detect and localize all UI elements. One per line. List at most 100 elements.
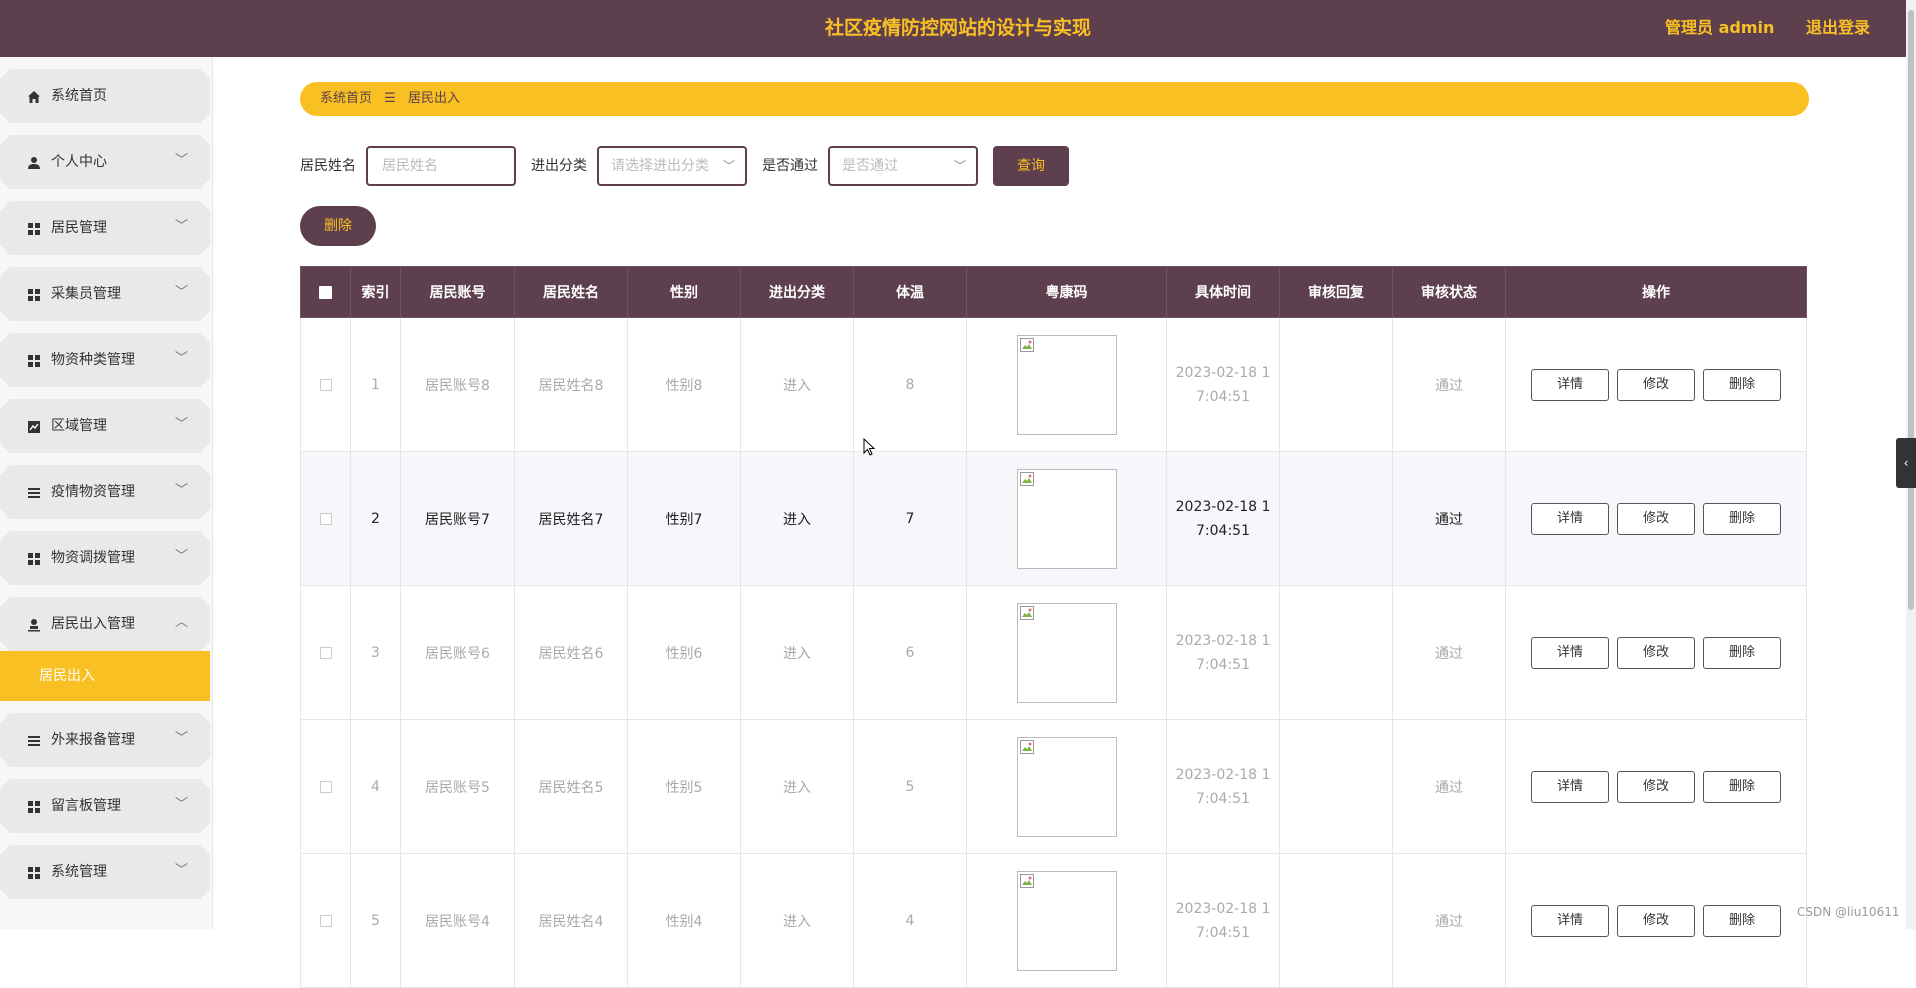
select-all-header[interactable]	[300, 266, 351, 318]
name-input[interactable]	[380, 157, 504, 175]
row-select-cell[interactable]	[300, 585, 351, 720]
grid-icon	[27, 287, 41, 301]
column-header: 审核状态	[1392, 266, 1506, 318]
cell-time: 2023-02-18 1 7:04:51	[1166, 585, 1280, 720]
broken-image-icon	[1019, 739, 1034, 754]
pass-select[interactable]: 是否通过 ﹀	[828, 146, 978, 186]
name-label: 居民姓名	[300, 158, 356, 174]
cell-account: 居民账号5	[400, 719, 515, 854]
cell-reply	[1279, 585, 1393, 720]
cell-index: 2	[350, 451, 401, 586]
delete-button[interactable]: 删除	[1703, 636, 1781, 669]
time-clock: 7:04:51	[1196, 388, 1250, 405]
collapse-panel-chevron-icon[interactable]: ‹	[1896, 438, 1916, 488]
broken-image-icon	[1019, 605, 1034, 620]
sidebar-item[interactable]: 疫情物资管理 ﹀	[0, 465, 210, 519]
sidebar-item[interactable]: 区域管理 ﹀	[0, 399, 210, 453]
bulk-delete-button[interactable]: 删除	[300, 206, 376, 246]
cell-reply	[1279, 317, 1393, 452]
sidebar-item[interactable]: 个人中心 ﹀	[0, 135, 210, 189]
edit-button[interactable]: 修改	[1617, 502, 1695, 535]
sidebar-item[interactable]: 外来报备管理 ﹀	[0, 713, 210, 767]
row-select-cell[interactable]	[300, 853, 351, 988]
edit-button[interactable]: 修改	[1617, 904, 1695, 937]
pass-select-placeholder: 是否通过	[842, 158, 898, 174]
row-select-cell[interactable]	[300, 719, 351, 854]
chevron-down-icon: ﹀	[174, 153, 188, 168]
edit-button[interactable]: 修改	[1617, 368, 1695, 401]
admin-label: 管理员 admin	[1665, 18, 1775, 37]
sidebar-item[interactable]: 系统管理 ﹀	[0, 845, 210, 899]
cell-actions: 详情 修改 删除	[1505, 719, 1807, 854]
chevron-down-icon: ﹀	[174, 863, 188, 878]
detail-button[interactable]: 详情	[1531, 636, 1609, 669]
sidebar-item[interactable]: 采集员管理 ﹀	[0, 267, 210, 321]
sidebar-item-label: 物资调拨管理	[51, 550, 135, 566]
cell-status: 通过	[1392, 585, 1506, 720]
row-select-cell[interactable]	[300, 451, 351, 586]
user-icon	[27, 155, 41, 169]
table-row: 5 居民账号4 居民姓名4 性别4 进入 4 2023-02-18 1 7:04:51 通过 详情…	[300, 853, 1807, 988]
chevron-down-icon: ﹀	[174, 219, 188, 234]
cell-index: 3	[350, 585, 401, 720]
cell-account: 居民账号7	[400, 451, 515, 586]
detail-button[interactable]: 详情	[1531, 368, 1609, 401]
sidebar-item[interactable]: 物资种类管理 ﹀	[0, 333, 210, 387]
edit-button[interactable]: 修改	[1617, 770, 1695, 803]
cell-temp: 7	[853, 451, 967, 586]
cell-name: 居民姓名5	[514, 719, 628, 854]
row-checkbox[interactable]	[319, 780, 332, 793]
cell-time: 2023-02-18 1 7:04:51	[1166, 451, 1280, 586]
query-button[interactable]: 查询	[993, 146, 1069, 186]
grid-icon	[27, 865, 41, 879]
sidebar-item[interactable]: 居民管理 ﹀	[0, 201, 210, 255]
sidebar-item[interactable]: 系统首页	[0, 69, 210, 123]
grid-icon	[27, 799, 41, 813]
name-input-box[interactable]	[366, 146, 516, 186]
edit-button[interactable]: 修改	[1617, 636, 1695, 669]
sidebar-item[interactable]: 留言板管理 ﹀	[0, 779, 210, 833]
delete-button[interactable]: 删除	[1703, 904, 1781, 937]
delete-button[interactable]: 删除	[1703, 770, 1781, 803]
row-checkbox[interactable]	[319, 512, 332, 525]
cell-direction: 进入	[740, 317, 854, 452]
select-all-checkbox[interactable]	[319, 285, 332, 299]
sidebar-item[interactable]: 居民出入管理 ︿	[0, 597, 210, 651]
type-label: 进出分类	[531, 158, 587, 174]
detail-button[interactable]: 详情	[1531, 502, 1609, 535]
detail-button[interactable]: 详情	[1531, 904, 1609, 937]
cell-health-code	[966, 317, 1167, 452]
breadcrumb-home[interactable]: 系统首页	[320, 91, 372, 106]
row-select-cell[interactable]	[300, 317, 351, 452]
type-select[interactable]: 请选择进出分类 ﹀	[597, 146, 747, 186]
cell-name: 居民姓名7	[514, 451, 628, 586]
time-date: 2023-02-18 1	[1175, 900, 1271, 917]
sidebar: 系统首页 个人中心 ﹀ 居民管理 ﹀ 采集员管理 ﹀ 物资种类管理 ﹀ 区域管理 ﹀ 疫情物资管理 ﹀ 物…	[0, 57, 213, 929]
cell-actions: 详情 修改 删除	[1505, 853, 1807, 988]
row-checkbox[interactable]	[319, 914, 332, 927]
delete-button[interactable]: 删除	[1703, 368, 1781, 401]
cell-actions: 详情 修改 删除	[1505, 317, 1807, 452]
scrollbar-thumb[interactable]	[1908, 10, 1914, 610]
cell-actions: 详情 修改 删除	[1505, 585, 1807, 720]
sidebar-subitem-resident-access[interactable]: 居民出入	[0, 651, 210, 701]
row-checkbox[interactable]	[319, 378, 332, 391]
sidebar-item-label: 居民出入管理	[51, 616, 135, 632]
sidebar-item[interactable]: 物资调拨管理 ﹀	[0, 531, 210, 585]
detail-button[interactable]: 详情	[1531, 770, 1609, 803]
sidebar-item-label: 系统首页	[51, 88, 107, 104]
sidebar-item-label: 采集员管理	[51, 286, 121, 302]
top-bar: 社区疫情防控网站的设计与实现 管理员 admin 退出登录	[0, 0, 1916, 57]
chevron-down-icon: ﹀	[174, 483, 188, 498]
mouse-cursor-icon	[863, 438, 876, 456]
row-checkbox[interactable]	[319, 646, 332, 659]
column-header: 居民账号	[400, 266, 515, 318]
chevron-up-icon: ︿	[174, 615, 188, 630]
logout-link[interactable]: 退出登录	[1806, 18, 1870, 37]
app-title: 社区疫情防控网站的设计与实现	[824, 17, 1091, 39]
delete-button[interactable]: 删除	[1703, 502, 1781, 535]
cell-gender: 性别6	[627, 585, 741, 720]
health-code-image	[1016, 468, 1117, 569]
time-date: 2023-02-18 1	[1175, 766, 1271, 783]
cell-health-code	[966, 451, 1167, 586]
